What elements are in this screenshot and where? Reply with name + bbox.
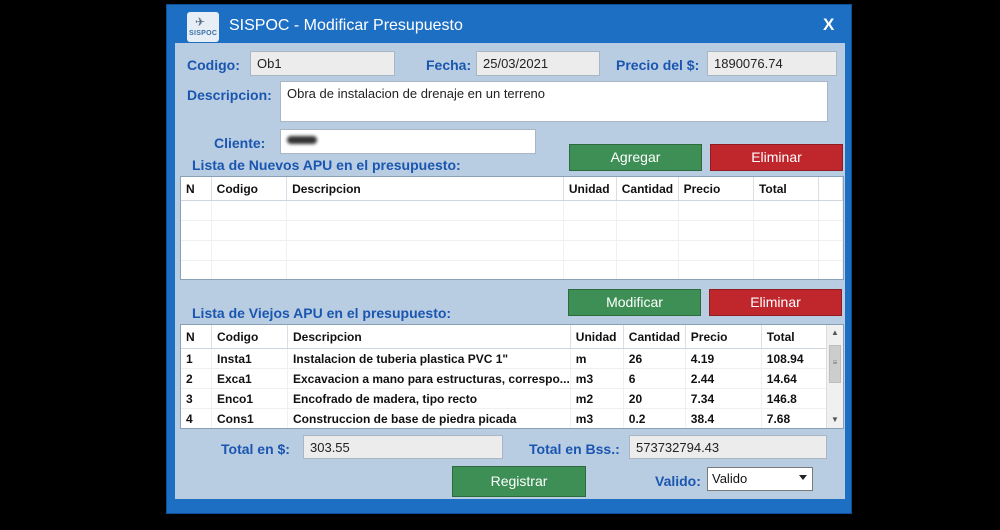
cliente-label: Cliente:	[214, 135, 266, 151]
cell-total: 7.68	[761, 408, 828, 428]
eliminar-viejos-button[interactable]: Eliminar	[709, 289, 842, 316]
eliminar-nuevos-button[interactable]: Eliminar	[710, 144, 843, 171]
cell-cantidad: 0.2	[623, 408, 686, 428]
cell-unidad: m3	[570, 368, 624, 389]
cell-descripcion: Construccion de base de piedra picada	[287, 408, 571, 428]
nuevos-apu-table[interactable]: N Codigo Descripcion Unidad Cantidad Pre…	[180, 176, 844, 280]
app-logo-text: SISPOC	[189, 30, 218, 37]
cell-total: 146.8	[761, 388, 828, 409]
cell-n: 4	[181, 408, 212, 428]
cell-unidad: m2	[570, 388, 624, 409]
total-bss-field[interactable]: 573732794.43	[629, 435, 827, 459]
main-window: ✈ SISPOC SISPOC - Modificar Presupuesto …	[166, 4, 852, 514]
fecha-label: Fecha:	[426, 57, 472, 73]
total-usd-label: Total en $:	[221, 441, 290, 457]
column-header-cantidad[interactable]: Cantidad	[623, 325, 686, 349]
app-logo-icon: ✈ SISPOC	[187, 12, 219, 42]
cell-codigo: Insta1	[211, 348, 288, 369]
title-bar[interactable]: ✈ SISPOC SISPOC - Modificar Presupuesto …	[167, 5, 851, 43]
scroll-down-icon[interactable]: ▼	[827, 412, 843, 428]
nuevos-table: N Codigo Descripcion Unidad Cantidad Pre…	[181, 177, 843, 279]
empty-row	[181, 260, 843, 279]
empty-row	[181, 220, 843, 241]
codigo-label: Codigo:	[187, 57, 240, 73]
column-header-unidad[interactable]: Unidad	[570, 325, 624, 349]
registrar-button[interactable]: Registrar	[452, 466, 586, 497]
nuevos-list-title: Lista de Nuevos APU en el presupuesto:	[192, 157, 461, 173]
viejos-table: N Codigo Descripcion Unidad Cantidad Pre…	[181, 325, 828, 428]
viejos-list-title: Lista de Viejos APU en el presupuesto:	[192, 305, 452, 321]
chevron-down-icon	[799, 475, 807, 480]
precio-label: Precio del $:	[616, 57, 700, 73]
column-header-codigo[interactable]: Codigo	[211, 325, 288, 349]
cell-descripcion: Instalacion de tuberia plastica PVC 1"	[287, 348, 571, 369]
window-title: SISPOC - Modificar Presupuesto	[229, 17, 463, 34]
column-header-precio[interactable]: Precio	[685, 325, 762, 349]
cliente-field[interactable]	[280, 129, 536, 154]
column-header-total[interactable]: Total	[753, 177, 820, 201]
codigo-field[interactable]: Ob1	[250, 51, 395, 76]
close-button[interactable]: X	[823, 15, 834, 35]
cell-descripcion: Encofrado de madera, tipo recto	[287, 388, 571, 409]
valido-label: Valido:	[655, 473, 701, 489]
cell-total: 108.94	[761, 348, 828, 369]
column-header-total[interactable]: Total	[761, 325, 828, 349]
valido-select[interactable]: Valido	[707, 467, 813, 491]
empty-row	[181, 200, 843, 221]
descripcion-label: Descripcion:	[187, 87, 272, 103]
cell-cantidad: 20	[623, 388, 686, 409]
bird-icon: ✈	[195, 15, 206, 29]
viejos-apu-table[interactable]: N Codigo Descripcion Unidad Cantidad Pre…	[180, 324, 844, 429]
table-row[interactable]: 2 Exca1 Excavacion a mano para estructur…	[181, 368, 828, 389]
total-bss-label: Total en Bss.:	[529, 441, 620, 457]
cell-codigo: Enco1	[211, 388, 288, 409]
column-header-precio[interactable]: Precio	[678, 177, 754, 201]
cell-precio: 2.44	[685, 368, 762, 389]
cell-total: 14.64	[761, 368, 828, 389]
column-header-descripcion[interactable]: Descripcion	[287, 325, 571, 349]
column-header-descripcion[interactable]: Descripcion	[286, 177, 564, 201]
table-row[interactable]: 1 Insta1 Instalacion de tuberia plastica…	[181, 348, 828, 369]
cell-precio: 38.4	[685, 408, 762, 428]
scroll-thumb[interactable]: ≡	[829, 345, 841, 383]
fecha-field[interactable]: 25/03/2021	[476, 51, 600, 76]
cell-unidad: m3	[570, 408, 624, 428]
column-header-unidad[interactable]: Unidad	[563, 177, 617, 201]
modificar-button[interactable]: Modificar	[568, 289, 701, 316]
column-header-filler	[818, 177, 843, 201]
precio-field[interactable]: 1890076.74	[707, 51, 837, 76]
cell-descripcion: Excavacion a mano para estructuras, corr…	[287, 368, 571, 389]
cell-precio: 4.19	[685, 348, 762, 369]
redacted-client-name	[287, 136, 317, 144]
cell-codigo: Exca1	[211, 368, 288, 389]
table-row[interactable]: 4 Cons1 Construccion de base de piedra p…	[181, 408, 828, 428]
scroll-up-icon[interactable]: ▲	[827, 325, 843, 341]
cell-n: 2	[181, 368, 212, 389]
cell-precio: 7.34	[685, 388, 762, 409]
cell-cantidad: 6	[623, 368, 686, 389]
vertical-scrollbar[interactable]: ▲ ≡ ▼	[826, 325, 843, 428]
form-body: Codigo: Ob1 Fecha: 25/03/2021 Precio del…	[175, 43, 845, 499]
column-header-cantidad[interactable]: Cantidad	[616, 177, 679, 201]
cell-cantidad: 26	[623, 348, 686, 369]
total-usd-field[interactable]: 303.55	[303, 435, 503, 459]
table-row[interactable]: 3 Enco1 Encofrado de madera, tipo recto …	[181, 388, 828, 409]
cell-unidad: m	[570, 348, 624, 369]
cell-n: 1	[181, 348, 212, 369]
table-header-row: N Codigo Descripcion Unidad Cantidad Pre…	[181, 177, 843, 201]
table-header-row: N Codigo Descripcion Unidad Cantidad Pre…	[181, 325, 828, 349]
cell-codigo: Cons1	[211, 408, 288, 428]
column-header-codigo[interactable]: Codigo	[211, 177, 288, 201]
agregar-button[interactable]: Agregar	[569, 144, 702, 171]
column-header-n[interactable]: N	[181, 177, 212, 201]
descripcion-field[interactable]: Obra de instalacion de drenaje en un ter…	[280, 81, 828, 122]
empty-row	[181, 240, 843, 261]
cell-n: 3	[181, 388, 212, 409]
column-header-n[interactable]: N	[181, 325, 212, 349]
valido-selected-value: Valido	[712, 471, 748, 486]
